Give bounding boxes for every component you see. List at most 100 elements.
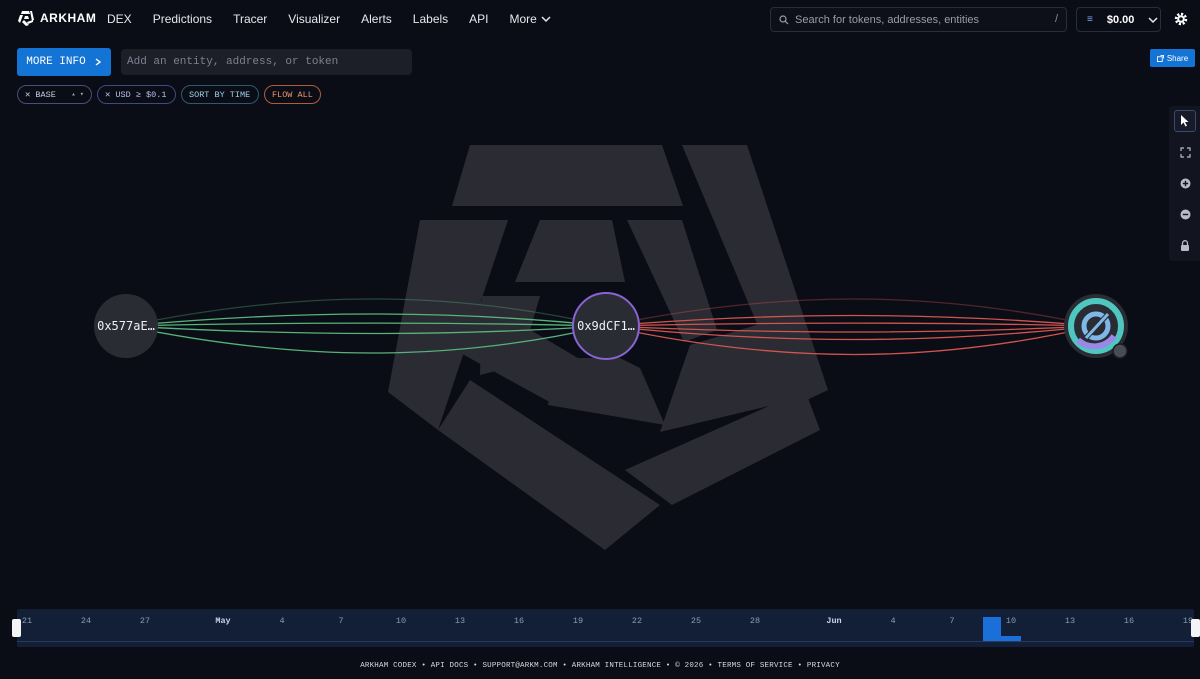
timeline-tick-label: 27 bbox=[139, 616, 151, 626]
timeline-tick-label: 13 bbox=[1064, 616, 1076, 626]
lock-icon bbox=[1181, 239, 1189, 251]
nav-item-visualizer[interactable]: Visualizer bbox=[288, 12, 340, 26]
nav-item-tracer[interactable]: Tracer bbox=[233, 12, 267, 26]
node-label: 0x577aE… bbox=[97, 319, 155, 333]
fit-icon bbox=[1179, 146, 1191, 158]
timeline-baseline bbox=[17, 641, 1194, 642]
graph-node-token[interactable] bbox=[1064, 294, 1128, 359]
nav-item-dex[interactable]: DEX bbox=[107, 12, 132, 26]
top-navbar: ARKHAM DEX Predictions Tracer Visualizer… bbox=[0, 0, 1200, 38]
chain-filter-label: BASE bbox=[35, 89, 56, 100]
share-label: Share bbox=[1166, 53, 1189, 63]
timeline[interactable]: 21 24 27 May 4 7 10 13 16 19 22 25 28 Jun 4 7 10 13 16 19 bbox=[12, 609, 1200, 647]
footer-separator: • bbox=[792, 662, 807, 670]
wallet-icon: ≡ bbox=[1087, 14, 1093, 25]
outflow-edges bbox=[605, 298, 1097, 356]
flow-label: FLOW ALL bbox=[272, 89, 313, 100]
timeline-tick-label: 7 bbox=[338, 616, 344, 626]
timeline-tick-label: 16 bbox=[513, 616, 525, 626]
timeline-end-handle[interactable] bbox=[1191, 619, 1200, 637]
nav-more-label: More bbox=[509, 12, 537, 26]
timeline-tick-label: 16 bbox=[1123, 616, 1135, 626]
footer-link[interactable]: API DOCS bbox=[431, 662, 469, 670]
footer-link[interactable]: TERMS OF SERVICE bbox=[718, 662, 793, 670]
graph-node-source[interactable]: 0x577aE… bbox=[94, 294, 158, 358]
footer-link[interactable]: SUPPORT@ARKM.COM bbox=[482, 662, 557, 670]
share-button[interactable]: Share bbox=[1150, 49, 1195, 67]
gear-icon[interactable] bbox=[1173, 11, 1189, 27]
brand-name: ARKHAM bbox=[40, 11, 97, 25]
footer-link[interactable]: ARKHAM CODEX bbox=[360, 662, 416, 670]
zoom-in-tool[interactable] bbox=[1174, 172, 1196, 194]
lock-tool[interactable] bbox=[1174, 234, 1196, 256]
search-shortcut: / bbox=[1054, 13, 1058, 25]
nav-item-alerts[interactable]: Alerts bbox=[361, 12, 392, 26]
footer-link[interactable]: ARKHAM INTELLIGENCE bbox=[572, 662, 661, 670]
timeline-month-label: Jun bbox=[826, 616, 842, 626]
global-search[interactable]: / bbox=[770, 7, 1067, 32]
entity-search-input[interactable] bbox=[121, 49, 412, 75]
chevron-down-icon bbox=[541, 16, 551, 23]
timeline-tick-label: 4 bbox=[890, 616, 896, 626]
node-label: 0x9dCF1… bbox=[577, 319, 635, 333]
footer-separator: • bbox=[703, 662, 718, 670]
timeline-tick-label: 21 bbox=[21, 616, 33, 626]
close-icon[interactable]: ✕ bbox=[105, 90, 110, 100]
arkham-logo-icon bbox=[18, 11, 34, 26]
nav-item-predictions[interactable]: Predictions bbox=[153, 12, 212, 26]
main-nav: DEX Predictions Tracer Visualizer Alerts… bbox=[107, 12, 572, 26]
chevron-right-icon bbox=[95, 58, 101, 66]
zoom-out-icon bbox=[1180, 209, 1190, 219]
timeline-tick-label: 28 bbox=[749, 616, 761, 626]
usd-filter-label: USD ≥ $0.1 bbox=[115, 89, 167, 100]
pointer-icon bbox=[1181, 115, 1189, 127]
arkham-watermark bbox=[388, 145, 828, 550]
share-icon bbox=[1156, 54, 1164, 62]
footer-link[interactable]: PRIVACY bbox=[807, 662, 840, 670]
pointer-tool[interactable] bbox=[1174, 110, 1196, 132]
chevron-down-icon bbox=[1148, 16, 1158, 23]
timeline-activity-bar bbox=[983, 617, 1001, 641]
chain-dropdown-icon: ▴ ▾ bbox=[71, 91, 84, 99]
sort-label: SORT BY TIME bbox=[189, 89, 251, 100]
timeline-tick-label: 19 bbox=[572, 616, 584, 626]
footer-separator: • bbox=[416, 662, 431, 670]
timeline-tick-label: 4 bbox=[279, 616, 285, 626]
nav-item-labels[interactable]: Labels bbox=[413, 12, 448, 26]
usdc-token-icon bbox=[1068, 298, 1124, 354]
timeline-tick-label: 22 bbox=[631, 616, 643, 626]
wallet-balance: $0.00 bbox=[1106, 13, 1135, 26]
arkham-logo[interactable]: ARKHAM bbox=[18, 10, 96, 26]
zoom-out-tool[interactable] bbox=[1174, 203, 1196, 225]
search-input[interactable] bbox=[795, 13, 1045, 26]
fit-view-tool[interactable] bbox=[1174, 141, 1196, 163]
footer-link[interactable]: © 2026 bbox=[675, 662, 703, 670]
timeline-tick-label: 10 bbox=[395, 616, 407, 626]
timeline-month-label: May bbox=[215, 616, 231, 626]
nav-item-api[interactable]: API bbox=[469, 12, 488, 26]
wallet-button[interactable]: ≡ $0.00 bbox=[1076, 7, 1161, 32]
search-icon bbox=[779, 14, 789, 24]
nav-item-more[interactable]: More bbox=[510, 12, 551, 26]
filter-chips: ✕ BASE ▴ ▾ ✕ USD ≥ $0.1 SORT BY TIME FLO… bbox=[17, 85, 321, 104]
timeline-tick-label: 7 bbox=[949, 616, 955, 626]
graph-node-center[interactable]: 0x9dCF1… bbox=[572, 292, 640, 360]
timeline-tick-label: 25 bbox=[690, 616, 702, 626]
zoom-in-icon bbox=[1180, 178, 1190, 188]
footer-links: ARKHAM CODEX • API DOCS • SUPPORT@ARKM.C… bbox=[0, 662, 1200, 670]
timeline-tick-label: 13 bbox=[454, 616, 466, 626]
usd-filter-chip[interactable]: ✕ USD ≥ $0.1 bbox=[97, 85, 176, 104]
sort-chip[interactable]: SORT BY TIME bbox=[181, 85, 259, 104]
timeline-tick-label: 10 bbox=[1005, 616, 1017, 626]
footer-separator: • bbox=[661, 662, 676, 670]
more-info-label: MORE INFO bbox=[26, 56, 86, 68]
timeline-activity-bar bbox=[1001, 636, 1021, 641]
footer-separator: • bbox=[557, 662, 572, 670]
flow-chip[interactable]: FLOW ALL bbox=[264, 85, 321, 104]
close-icon[interactable]: ✕ bbox=[25, 90, 30, 100]
timeline-start-handle[interactable] bbox=[12, 619, 21, 637]
more-info-button[interactable]: MORE INFO bbox=[17, 48, 111, 76]
footer-separator: • bbox=[468, 662, 483, 670]
chain-filter-chip[interactable]: ✕ BASE ▴ ▾ bbox=[17, 85, 92, 104]
timeline-tick-label: 24 bbox=[80, 616, 92, 626]
